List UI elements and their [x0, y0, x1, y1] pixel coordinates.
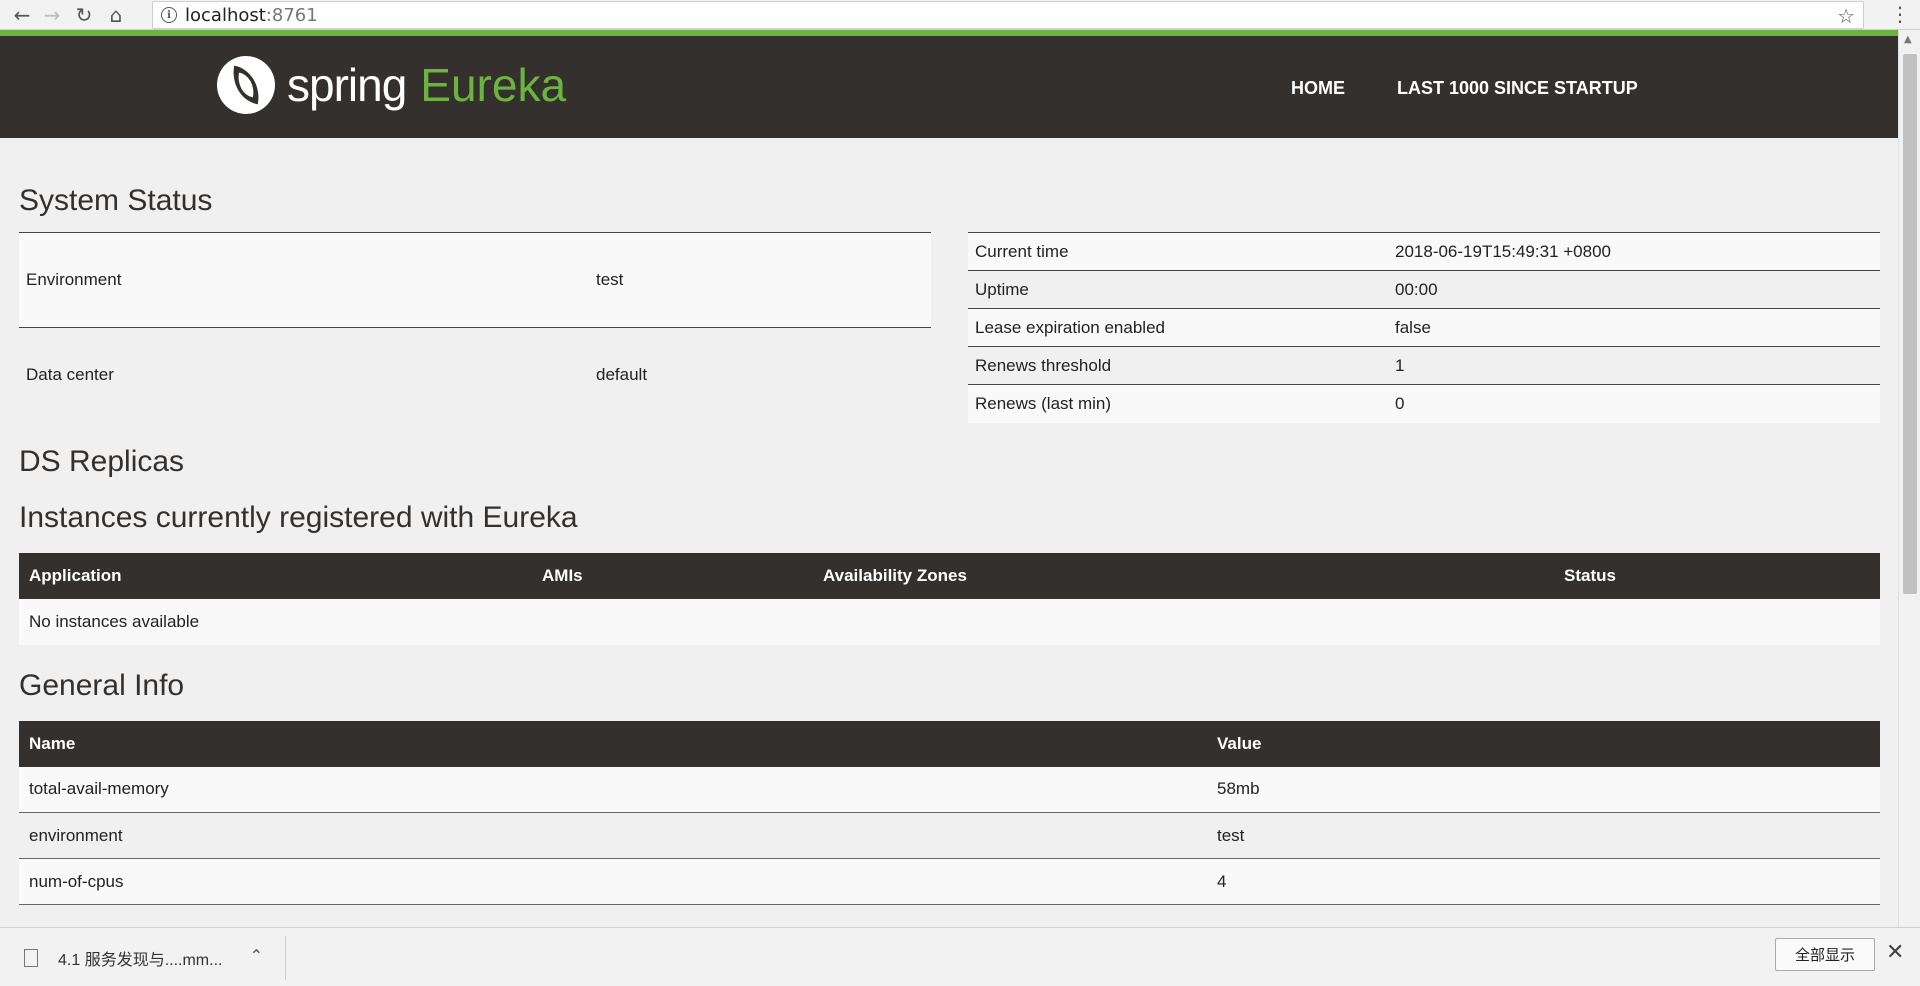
- status-key: Renews threshold: [968, 346, 1388, 385]
- status-value: false: [1388, 308, 1880, 347]
- status-key: Current time: [968, 232, 1388, 271]
- table-header-row: Application AMIs Availability Zones Stat…: [19, 552, 1880, 599]
- close-icon[interactable]: ✕: [1886, 940, 1904, 965]
- instances-title: Instances currently registered with Eure…: [19, 500, 578, 534]
- home-icon[interactable]: ⌂: [102, 1, 130, 29]
- browser-toolbar: ← → ↻ ⌂ i localhost:8761 ☆ ⋮: [0, 0, 1920, 30]
- info-name: num-of-cpus: [19, 858, 1207, 905]
- browser-menu-icon[interactable]: ⋮: [1890, 2, 1910, 26]
- status-value: 1: [1388, 346, 1880, 385]
- table-row: environment test: [19, 812, 1880, 859]
- table-header-row: Name Value: [19, 720, 1880, 767]
- system-status-left-table: Environment test Data center default: [19, 232, 931, 423]
- info-name: environment: [19, 812, 1207, 859]
- logo-spring-text: spring: [287, 59, 407, 111]
- reload-icon[interactable]: ↻: [70, 1, 98, 29]
- empty-instances-message: No instances available: [19, 598, 1880, 645]
- url-port: :8761: [265, 4, 318, 26]
- info-value: test: [1207, 812, 1880, 859]
- table-row: Current time 2018-06-19T15:49:31 +0800: [968, 232, 1880, 271]
- logo-eureka-text: Eureka: [420, 59, 567, 111]
- spring-eureka-logo[interactable]: spring Eureka: [217, 56, 566, 114]
- column-header-value: Value: [1207, 720, 1880, 767]
- info-name: total-avail-memory: [19, 766, 1207, 813]
- column-header-application: Application: [19, 552, 532, 599]
- status-value: default: [589, 327, 931, 423]
- table-row: Uptime 00:00: [968, 270, 1880, 309]
- ds-replicas-title: DS Replicas: [19, 444, 185, 478]
- system-status-title: System Status: [19, 184, 213, 217]
- column-header-amis: AMIs: [532, 552, 813, 599]
- table-row: Lease expiration enabled false: [968, 308, 1880, 347]
- download-item[interactable]: 4.1 服务发现与....mm... ⌃: [24, 936, 286, 980]
- info-value: 4: [1207, 858, 1880, 905]
- url-host: localhost: [185, 4, 266, 26]
- info-value: 58mb: [1207, 766, 1880, 813]
- nav-last-1000-link[interactable]: LAST 1000 SINCE STARTUP: [1397, 78, 1638, 99]
- file-icon: [24, 949, 38, 967]
- status-key: Lease expiration enabled: [968, 308, 1388, 347]
- show-all-button[interactable]: 全部显示: [1775, 938, 1875, 971]
- status-value: 0: [1388, 384, 1880, 423]
- address-bar[interactable]: i localhost:8761 ☆: [152, 1, 1864, 29]
- table-row: num-of-cpus 4: [19, 858, 1880, 905]
- general-info-table: Name Value total-avail-memory 58mb envir…: [19, 720, 1880, 905]
- general-info-title: General Info: [19, 668, 185, 702]
- nav-home-link[interactable]: HOME: [1291, 78, 1345, 99]
- download-file-name: 4.1 服务发现与....mm...: [58, 952, 223, 969]
- page-scrollbar[interactable]: ▲: [1898, 30, 1920, 927]
- status-key: Renews (last min): [968, 384, 1388, 423]
- column-header-availability-zones: Availability Zones: [813, 552, 1554, 599]
- download-shelf: 4.1 服务发现与....mm... ⌃ 全部显示 ✕: [0, 927, 1920, 986]
- bookmark-star-icon[interactable]: ☆: [1837, 4, 1855, 28]
- main-content: System Status Environment test Data cent…: [19, 138, 1880, 905]
- status-key: Environment: [19, 232, 589, 328]
- table-row: total-avail-memory 58mb: [19, 766, 1880, 813]
- table-row: No instances available: [19, 598, 1880, 645]
- status-value: test: [589, 232, 931, 328]
- status-key: Uptime: [968, 270, 1388, 309]
- spring-leaf-icon: [217, 56, 275, 114]
- site-info-icon[interactable]: i: [161, 7, 177, 23]
- status-value: 00:00: [1388, 270, 1880, 309]
- page-header: spring Eureka HOME LAST 1000 SINCE START…: [0, 36, 1898, 138]
- scroll-up-icon[interactable]: ▲: [1904, 34, 1912, 45]
- column-header-status: Status: [1554, 552, 1880, 599]
- table-row: Renews (last min) 0: [968, 384, 1880, 423]
- table-row: Environment test: [19, 232, 931, 328]
- column-header-name: Name: [19, 720, 1207, 767]
- status-key: Data center: [19, 327, 589, 423]
- table-row: Renews threshold 1: [968, 346, 1880, 385]
- instances-table: Application AMIs Availability Zones Stat…: [19, 552, 1880, 645]
- back-icon[interactable]: ←: [8, 1, 36, 29]
- status-value: 2018-06-19T15:49:31 +0800: [1388, 232, 1880, 271]
- system-status-right-table: Current time 2018-06-19T15:49:31 +0800 U…: [968, 232, 1880, 423]
- scroll-thumb[interactable]: [1903, 54, 1917, 594]
- forward-icon[interactable]: →: [38, 1, 66, 29]
- chevron-up-icon[interactable]: ⌃: [250, 946, 263, 965]
- table-row: Data center default: [19, 327, 931, 423]
